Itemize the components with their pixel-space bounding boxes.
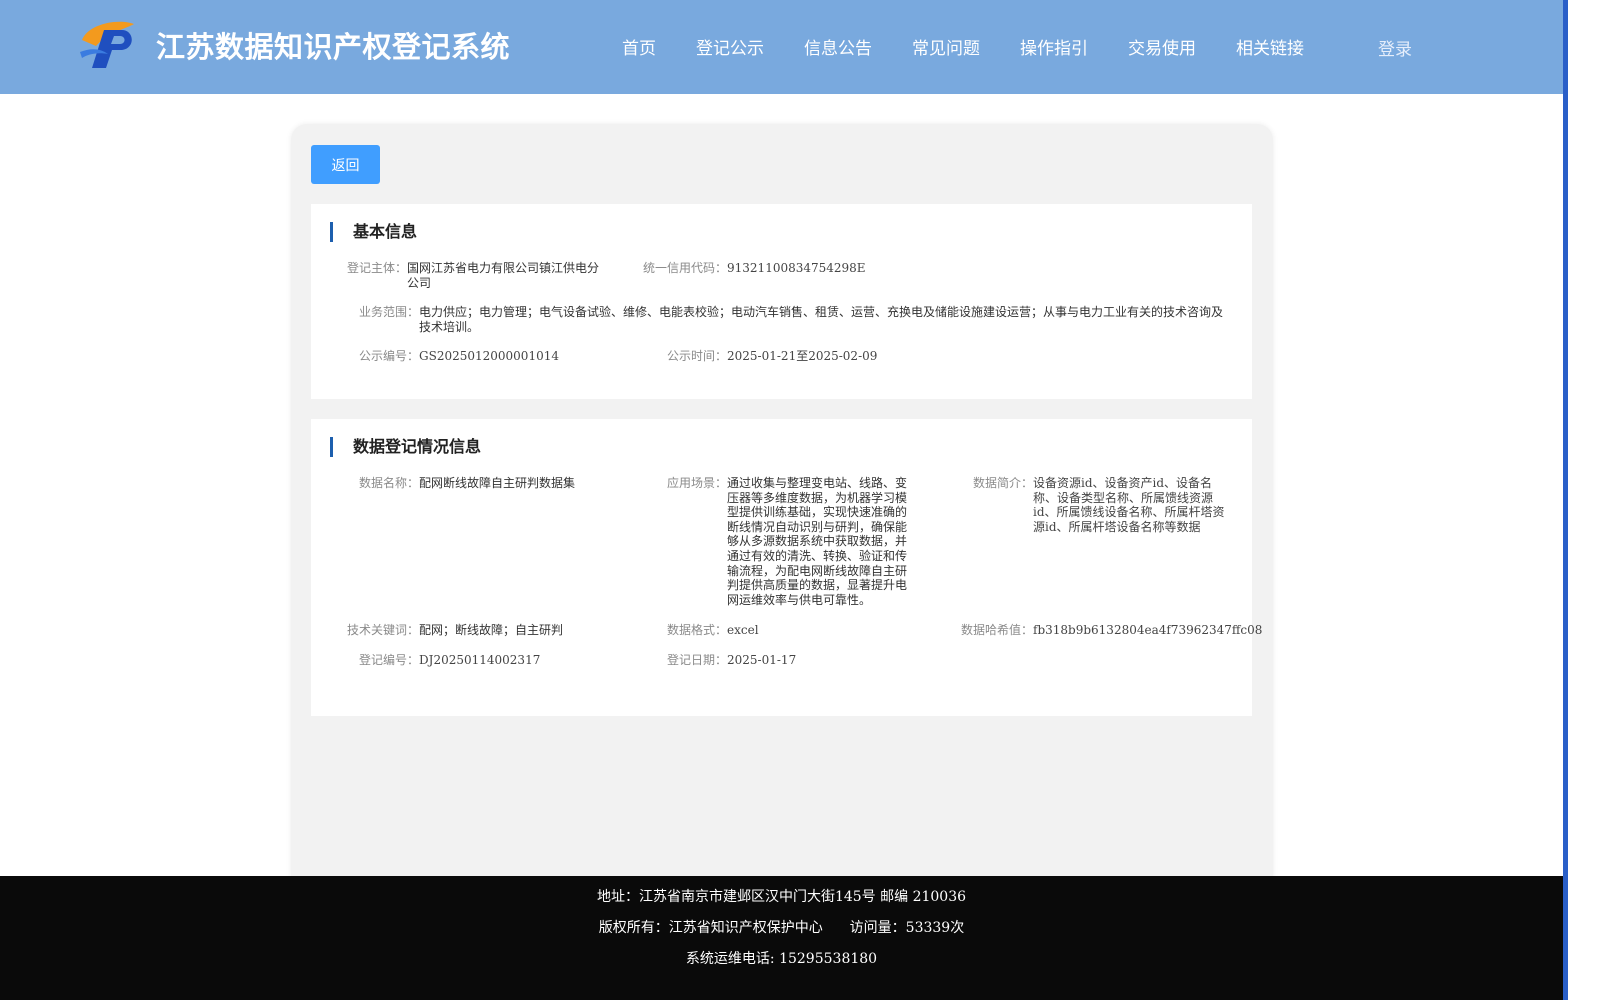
nav-related-links[interactable]: 相关链接	[1216, 34, 1324, 59]
footer-address: 地址：江苏省南京市建邺区汉中门大街145号 邮编 210036	[596, 889, 967, 905]
reg-date-field: 登记日期： 2025-01-17	[667, 653, 796, 668]
footer-copyright-row: 版权所有：江苏省知识产权保护中心 访问量：53339次	[0, 917, 1563, 937]
reg-no-value: DJ20250114002317	[419, 653, 541, 667]
format-value: excel	[727, 623, 759, 637]
nav-announcements[interactable]: 信息公告	[784, 34, 892, 59]
credit-code-label: 统一信用代码：	[643, 261, 728, 275]
notice-no-label: 公示编号：	[359, 349, 420, 363]
notice-time-value: 2025-01-21至2025-02-09	[727, 349, 878, 363]
main-nav: 首页 登记公示 信息公告 常见问题 操作指引 交易使用 相关链接	[602, 34, 1324, 59]
nav-guide[interactable]: 操作指引	[1000, 34, 1108, 59]
hash-label: 数据哈希值：	[961, 623, 1034, 637]
scenario-label: 应用场景：	[667, 476, 728, 490]
basic-info-card: 基本信息 登记主体： 国网江苏省电力有限公司镇江供电分公司 统一信用代码： 91…	[311, 204, 1252, 399]
notice-time-label: 公示时间：	[667, 349, 728, 363]
intro-value: 设备资源id、设备资产id、设备名称、设备类型名称、所属馈线资源id、所属馈线设…	[1033, 476, 1225, 534]
notice-no-field: 公示编号： GS2025012000001014	[359, 349, 559, 364]
reg-no-field: 登记编号： DJ20250114002317	[359, 653, 540, 668]
login-link[interactable]: 登录	[1378, 35, 1412, 60]
keywords-label: 技术关键词：	[347, 623, 420, 637]
nav-registration-notice[interactable]: 登记公示	[676, 34, 784, 59]
reg-date-label: 登记日期：	[667, 653, 728, 667]
nav-home[interactable]: 首页	[602, 34, 676, 59]
intro-field: 数据简介： 设备资源id、设备资产id、设备名称、设备类型名称、所属馈线资源id…	[973, 476, 1231, 534]
site-logo-icon[interactable]	[78, 18, 138, 70]
subject-field: 登记主体： 国网江苏省电力有限公司镇江供电分公司	[347, 261, 609, 290]
nav-trade-use[interactable]: 交易使用	[1108, 34, 1216, 59]
scope-label: 业务范围：	[359, 305, 420, 319]
footer-phone: 系统运维电话: 15295538180	[685, 951, 878, 967]
reg-date-value: 2025-01-17	[727, 653, 797, 667]
subject-label: 登记主体：	[347, 261, 408, 275]
scrollbar-track[interactable]	[1563, 0, 1568, 1000]
scope-value: 电力供应；电力管理；电气设备试验、维修、电能表校验；电动汽车销售、租赁、运营、充…	[419, 305, 1224, 334]
intro-label: 数据简介：	[973, 476, 1034, 490]
site-title: 江苏数据知识产权登记系统	[156, 30, 511, 64]
data-name-value: 配网断线故障自主研判数据集	[419, 476, 576, 490]
format-field: 数据格式： excel	[667, 623, 759, 638]
hash-field: 数据哈希值： fb318b9b6132804ea4f73962347ffc08	[961, 623, 1262, 638]
reg-no-label: 登记编号：	[359, 653, 420, 667]
scenario-field: 应用场景： 通过收集与整理变电站、线路、变压器等多维度数据，为机器学习模型提供训…	[667, 476, 917, 607]
back-button[interactable]: 返回	[311, 145, 380, 184]
notice-no-value: GS2025012000001014	[419, 349, 559, 363]
credit-code-field: 统一信用代码： 91321100834754298E	[643, 261, 866, 276]
registration-info-title: 数据登记情况信息	[330, 437, 481, 457]
data-name-field: 数据名称： 配网断线故障自主研判数据集	[359, 476, 621, 491]
site-footer: 地址：江苏省南京市建邺区汉中门大街145号 邮编 210036 版权所有：江苏省…	[0, 876, 1563, 1000]
scope-field: 业务范围： 电力供应；电力管理；电气设备试验、维修、电能表校验；电动汽车销售、租…	[359, 305, 1231, 334]
basic-info-title: 基本信息	[330, 222, 417, 242]
scenario-value: 通过收集与整理变电站、线路、变压器等多维度数据，为机器学习模型提供训练基础，实现…	[727, 476, 908, 607]
keywords-value: 配网；断线故障；自主研判	[419, 623, 564, 637]
site-header: 江苏数据知识产权登记系统 首页 登记公示 信息公告 常见问题 操作指引 交易使用…	[0, 0, 1563, 94]
keywords-field: 技术关键词： 配网；断线故障；自主研判	[347, 623, 563, 638]
subject-value: 国网江苏省电力有限公司镇江供电分公司	[407, 261, 600, 290]
data-name-label: 数据名称：	[359, 476, 420, 490]
registration-info-card: 数据登记情况信息 数据名称： 配网断线故障自主研判数据集 应用场景： 通过收集与…	[311, 419, 1262, 716]
hash-value: fb318b9b6132804ea4f73962347ffc08	[1033, 623, 1263, 637]
nav-faq[interactable]: 常见问题	[892, 34, 1000, 59]
footer-visits: 访问量：53339次	[849, 920, 965, 936]
notice-time-field: 公示时间： 2025-01-21至2025-02-09	[667, 349, 877, 364]
format-label: 数据格式：	[667, 623, 728, 637]
detail-panel: 返回 基本信息 登记主体： 国网江苏省电力有限公司镇江供电分公司 统一信用代码：…	[291, 124, 1273, 894]
footer-copyright: 版权所有：江苏省知识产权保护中心	[598, 920, 823, 936]
credit-code-value: 91321100834754298E	[727, 261, 866, 275]
